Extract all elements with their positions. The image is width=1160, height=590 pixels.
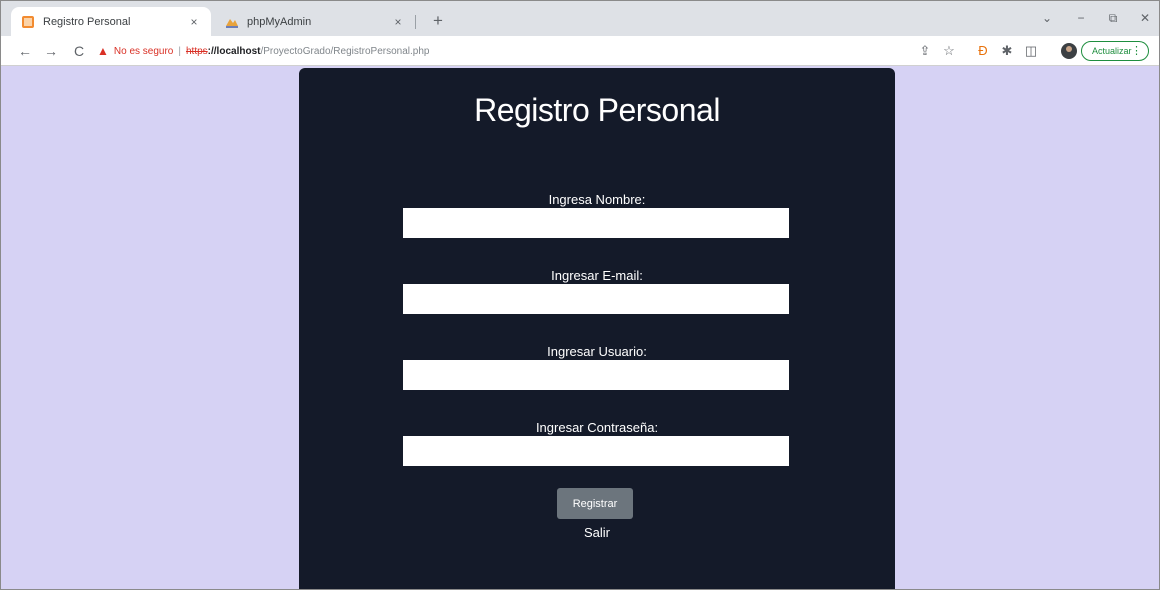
password-input[interactable] — [403, 436, 789, 466]
chevron-down-icon[interactable]: ⌄ — [1031, 7, 1063, 29]
browser-window: Registro Personal × phpMyAdmin × + ⌄ − ⧉… — [0, 0, 1160, 590]
update-button[interactable]: Actualizar ⋮ — [1081, 41, 1149, 61]
phpmyadmin-favicon-icon — [226, 18, 238, 28]
new-tab-icon[interactable]: + — [427, 10, 449, 32]
close-window-icon[interactable]: ✕ — [1129, 7, 1159, 29]
url-separator: | — [178, 45, 181, 57]
bookmark-star-icon[interactable]: ☆ — [939, 41, 959, 61]
url-host: ://localhost — [207, 45, 261, 57]
email-label: Ingresar E-mail: — [551, 268, 643, 283]
forward-icon[interactable]: → — [41, 41, 61, 61]
registration-form: Registro Personal Ingresa Nombre: Ingres… — [299, 68, 895, 589]
extension-icon[interactable]: Ð — [973, 41, 993, 61]
name-input[interactable] — [403, 208, 789, 238]
tab-registro-personal[interactable]: Registro Personal × — [11, 7, 211, 36]
exit-link[interactable]: Salir — [299, 525, 895, 540]
update-label: Actualizar — [1092, 46, 1132, 56]
security-status[interactable]: No es seguro — [114, 46, 173, 57]
tab-phpmyadmin[interactable]: phpMyAdmin × — [215, 7, 416, 36]
minimize-icon[interactable]: − — [1065, 7, 1097, 29]
puzzle-icon[interactable]: ✱ — [997, 41, 1017, 61]
back-icon[interactable]: ← — [15, 41, 35, 61]
profile-avatar[interactable] — [1061, 43, 1077, 59]
restore-icon[interactable]: ⧉ — [1097, 7, 1129, 29]
side-panel-icon[interactable]: ◫ — [1021, 41, 1041, 61]
password-label: Ingresar Contraseña: — [535, 420, 659, 435]
tab-close-icon[interactable]: × — [187, 15, 201, 29]
reload-icon[interactable]: C — [69, 41, 89, 61]
address-bar[interactable]: ▲ No es seguro | https://localhost/Proye… — [97, 40, 907, 62]
form-title: Registro Personal — [474, 92, 720, 128]
tab-strip: Registro Personal × phpMyAdmin × + ⌄ − ⧉… — [1, 1, 1159, 36]
tab-close-icon[interactable]: × — [391, 15, 405, 29]
username-input[interactable] — [403, 360, 789, 390]
register-button[interactable]: Registrar — [557, 488, 633, 519]
tab-title: Registro Personal — [43, 15, 131, 28]
url-path: /ProyectoGrado/RegistroPersonal.php — [260, 45, 430, 57]
page-favicon-icon — [22, 15, 34, 28]
warning-icon[interactable]: ▲ — [97, 44, 109, 58]
username-label: Ingresar Usuario: — [547, 344, 647, 359]
email-input[interactable] — [403, 284, 789, 314]
browser-toolbar: ← → C ▲ No es seguro | https://localhost… — [1, 36, 1159, 66]
share-icon[interactable]: ⇪ — [915, 41, 935, 61]
tab-title: phpMyAdmin — [247, 15, 312, 28]
name-label: Ingresa Nombre: — [548, 192, 646, 207]
url-scheme: https — [185, 45, 208, 57]
page-viewport: Registro Personal Ingresa Nombre: Ingres… — [1, 66, 1159, 589]
menu-dots-icon[interactable]: ⋮ — [1131, 44, 1142, 57]
